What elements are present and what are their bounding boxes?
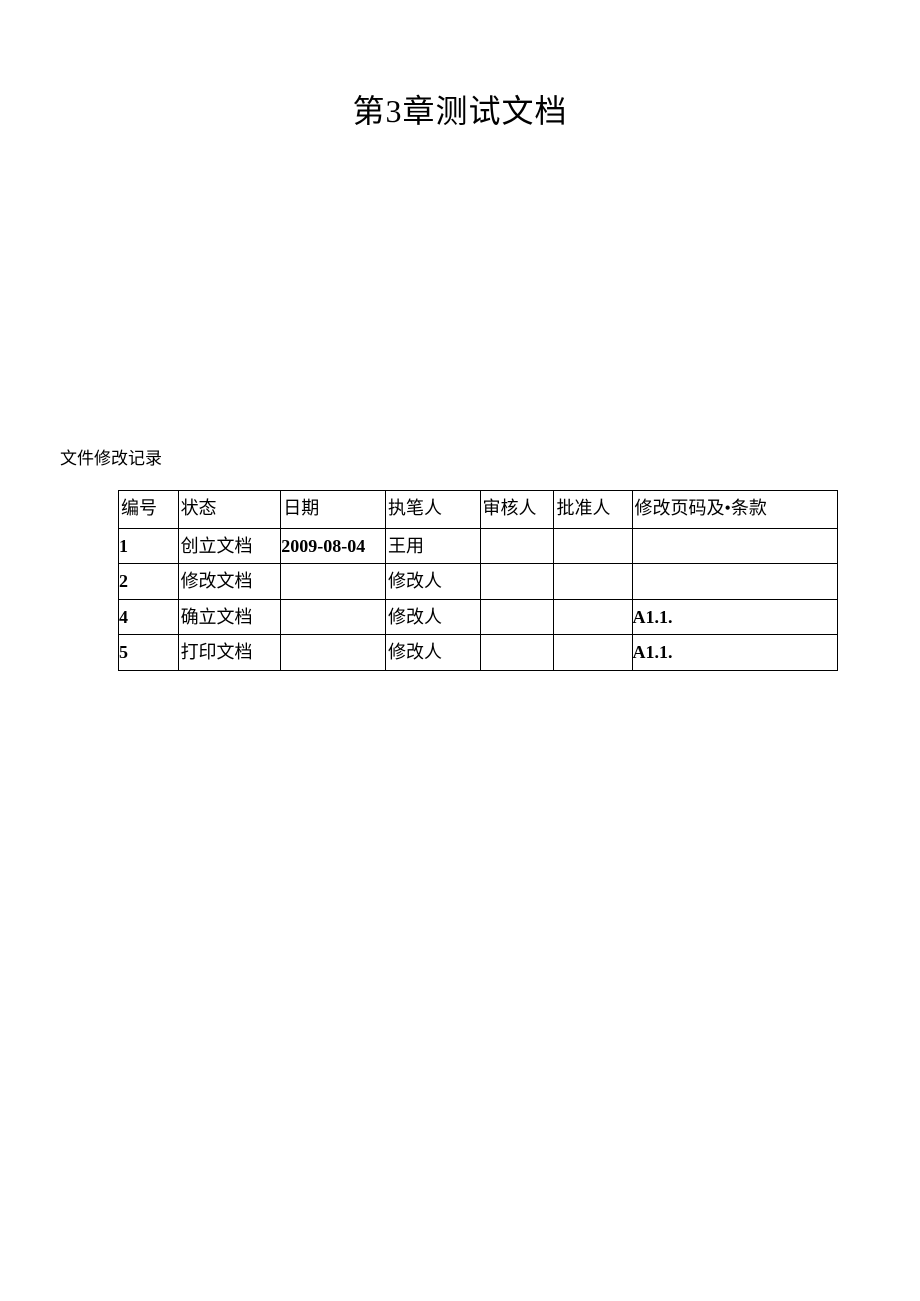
cell-author: 修改人 bbox=[386, 599, 480, 635]
cell-status: 确立文档 bbox=[178, 599, 281, 635]
cell-approver bbox=[554, 564, 632, 600]
cell-approver bbox=[554, 635, 632, 671]
cell-reviewer bbox=[480, 635, 554, 671]
table-header-row: 编号 状态 日期 执笔人 审核人 批准人 修改页码及•条款 bbox=[119, 491, 838, 529]
cell-date bbox=[281, 635, 386, 671]
cell-approver bbox=[554, 528, 632, 564]
section-label: 文件修改记录 bbox=[60, 444, 162, 469]
col-id: 编号 bbox=[119, 491, 179, 529]
cell-author: 修改人 bbox=[386, 564, 480, 600]
cell-author: 王用 bbox=[386, 528, 480, 564]
cell-id: 1 bbox=[119, 528, 179, 564]
cell-id: 5 bbox=[119, 635, 179, 671]
table-row: 4 确立文档 修改人 A1.1. bbox=[119, 599, 838, 635]
col-reviewer: 审核人 bbox=[480, 491, 554, 529]
cell-id: 4 bbox=[119, 599, 179, 635]
cell-status: 修改文档 bbox=[178, 564, 281, 600]
cell-approver bbox=[554, 599, 632, 635]
cell-change bbox=[632, 528, 837, 564]
cell-id: 2 bbox=[119, 564, 179, 600]
cell-change: A1.1. bbox=[632, 635, 837, 671]
page-title: 第3章测试文档 bbox=[0, 0, 920, 132]
cell-date bbox=[281, 564, 386, 600]
table-row: 1 创立文档 2009-08-04 王用 bbox=[119, 528, 838, 564]
col-date: 日期 bbox=[281, 491, 386, 529]
cell-author: 修改人 bbox=[386, 635, 480, 671]
cell-reviewer bbox=[480, 528, 554, 564]
col-approver: 批准人 bbox=[554, 491, 632, 529]
col-author: 执笔人 bbox=[386, 491, 480, 529]
cell-status: 创立文档 bbox=[178, 528, 281, 564]
revision-table-wrap: 编号 状态 日期 执笔人 审核人 批准人 修改页码及•条款 1 创立文档 200… bbox=[118, 490, 838, 671]
cell-change: A1.1. bbox=[632, 599, 837, 635]
table-row: 5 打印文档 修改人 A1.1. bbox=[119, 635, 838, 671]
revision-table: 编号 状态 日期 执笔人 审核人 批准人 修改页码及•条款 1 创立文档 200… bbox=[118, 490, 838, 671]
cell-reviewer bbox=[480, 599, 554, 635]
cell-change bbox=[632, 564, 837, 600]
col-status: 状态 bbox=[178, 491, 281, 529]
cell-date: 2009-08-04 bbox=[281, 528, 386, 564]
table-row: 2 修改文档 修改人 bbox=[119, 564, 838, 600]
col-change: 修改页码及•条款 bbox=[632, 491, 837, 529]
cell-date bbox=[281, 599, 386, 635]
cell-reviewer bbox=[480, 564, 554, 600]
cell-status: 打印文档 bbox=[178, 635, 281, 671]
